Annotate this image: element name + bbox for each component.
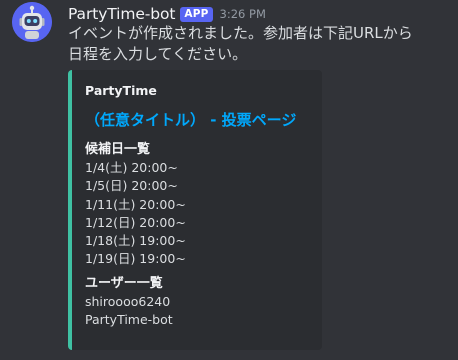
message-content: イベントが作成されました。参加者は下記URLから日程を入力してください。	[68, 24, 413, 63]
field-name: 候補日一覧	[85, 142, 151, 157]
message-header: PartyTime-bot APP 3:26 PM	[68, 3, 266, 25]
list-item: 1/4(土) 20:00~	[85, 160, 178, 175]
embed-author: PartyTime	[85, 83, 157, 98]
field-value: shiroooo6240 PartyTime-bot	[85, 293, 173, 330]
username[interactable]: PartyTime-bot	[68, 5, 176, 23]
app-badge: APP	[180, 6, 213, 22]
avatar[interactable]	[12, 2, 52, 42]
list-item: 1/11(土) 20:00~	[85, 196, 186, 212]
robot-avatar-icon	[12, 2, 52, 42]
field-value: 1/4(土) 20:00~ 1/5(日) 20:00~ 1/11(土) 20:0…	[85, 159, 186, 269]
timestamp[interactable]: 3:26 PM	[220, 7, 266, 21]
embed-field-candidate-dates: 候補日一覧 1/4(土) 20:00~ 1/5(日) 20:00~ 1/11(土…	[85, 141, 186, 269]
list-item: 1/18(土) 19:00~	[85, 233, 186, 249]
embed-title-link[interactable]: （任意タイトル） - 投票ページ	[85, 109, 296, 130]
field-name: ユーザー一覧	[85, 276, 163, 291]
embed-card: PartyTime （任意タイトル） - 投票ページ 候補日一覧 1/4(土) …	[68, 70, 322, 350]
list-item: PartyTime-bot	[85, 312, 173, 328]
list-item: shiroooo6240	[85, 294, 171, 309]
embed-field-users: ユーザー一覧 shiroooo6240 PartyTime-bot	[85, 275, 173, 330]
list-item: 1/5(日) 20:00~	[85, 178, 178, 194]
chat-message: PartyTime-bot APP 3:26 PM イベントが作成されました。参…	[0, 0, 458, 360]
list-item: 1/12(日) 20:00~	[85, 214, 186, 230]
list-item: 1/19(日) 19:00~	[85, 251, 186, 267]
